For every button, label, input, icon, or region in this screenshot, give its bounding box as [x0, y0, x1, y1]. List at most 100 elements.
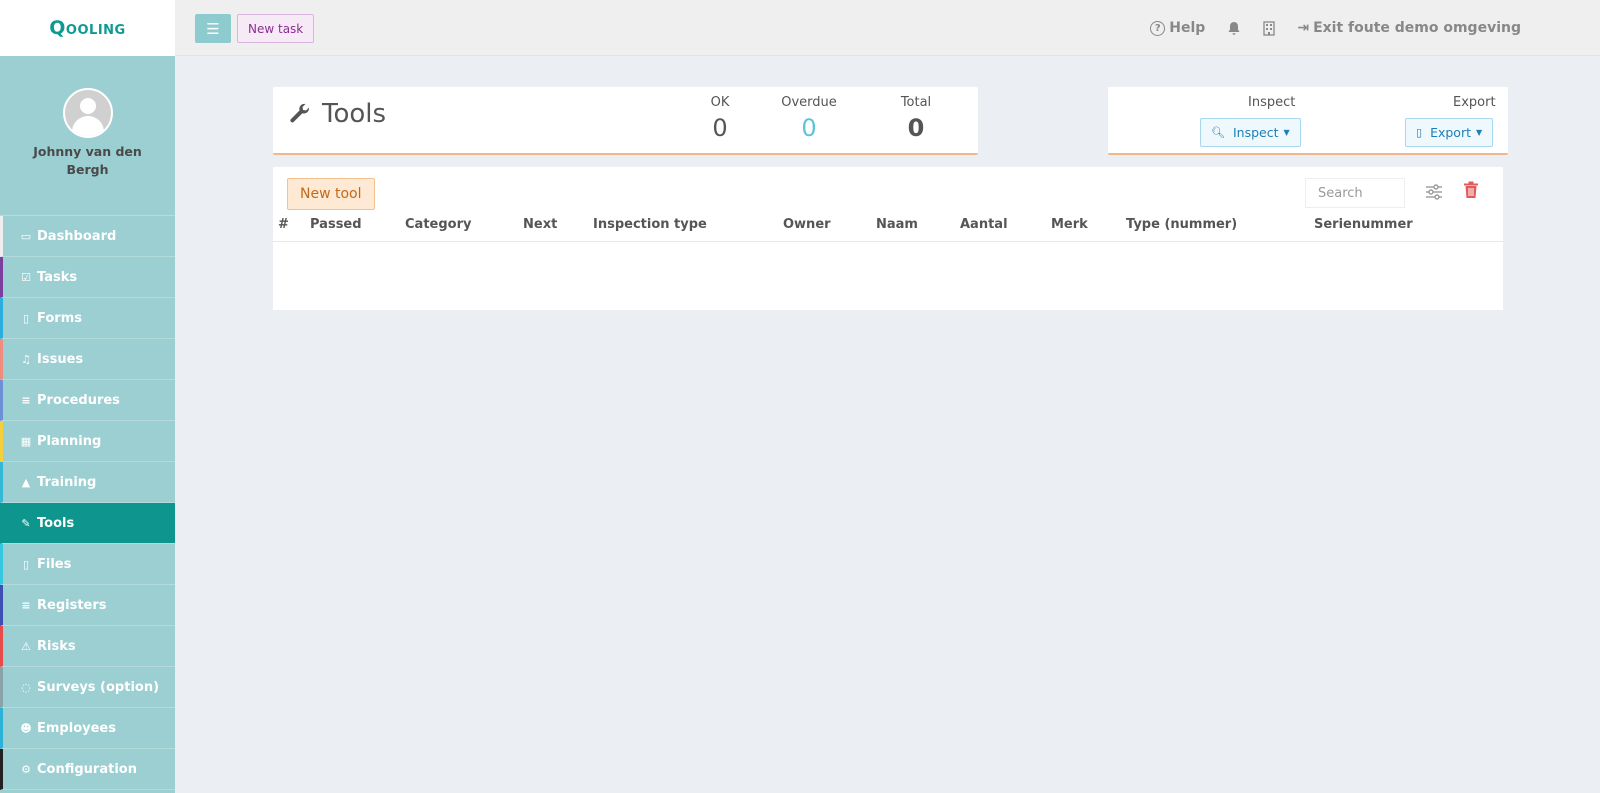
- gear-icon: ⚙: [21, 762, 31, 776]
- sidebar-item-issues[interactable]: ♫ Issues: [0, 339, 175, 380]
- sidebar-item-configuration[interactable]: ⚙ Configuration: [0, 749, 175, 790]
- file-pdf-icon: ▯: [22, 557, 30, 571]
- stat-overdue: Overdue 0: [779, 95, 839, 142]
- wrench-icon: [290, 103, 309, 123]
- sidebar-item-label: Procedures: [37, 392, 120, 408]
- check-square-icon: ☑: [21, 270, 31, 284]
- new-task-button[interactable]: New task: [237, 14, 315, 43]
- column-header[interactable]: Next: [523, 217, 557, 232]
- sidebar-item-label: Tools: [37, 515, 75, 531]
- sidebar-item-label: Risks: [37, 638, 76, 654]
- top-bar: ☰ New task ? Help ⇥ Exit foute demo omge…: [175, 0, 1600, 56]
- calendar-icon: ▦: [20, 434, 32, 448]
- monitor-icon: ▭: [20, 229, 32, 243]
- sidebar-item-label: Files: [37, 556, 72, 572]
- sidebar-item-label: Configuration: [37, 761, 137, 777]
- column-header[interactable]: Passed: [310, 217, 362, 232]
- column-header[interactable]: Serienummer: [1314, 217, 1413, 232]
- file-icon: ▯: [1416, 126, 1423, 139]
- organization-button[interactable]: [1263, 20, 1275, 36]
- logo-text: Qooling: [49, 17, 126, 39]
- stat-total-value: 0: [907, 114, 925, 142]
- stat-ok-value: 0: [712, 114, 728, 142]
- stat-total-label: Total: [900, 95, 932, 110]
- caret-down-icon: ▼: [1475, 128, 1483, 137]
- bell-icon: ♫: [21, 352, 31, 366]
- sidebar-item-tools[interactable]: ✎ Tools: [0, 503, 175, 544]
- page-title: Tools: [288, 99, 386, 129]
- sidebar-item-tasks[interactable]: ☑ Tasks: [0, 257, 175, 298]
- sidebar-item-files[interactable]: ▯ Files: [0, 544, 175, 585]
- sidebar-item-label: Surveys (option): [37, 679, 160, 695]
- column-header[interactable]: Inspection type: [593, 217, 707, 232]
- table-header: # Passed Category Next Inspection type Owner N…: [273, 214, 1503, 242]
- help-link[interactable]: ? Help: [1150, 20, 1205, 36]
- sign-out-icon: ⇥: [1297, 20, 1310, 36]
- building-icon: [1263, 20, 1275, 36]
- stat-overdue-label: Overdue: [781, 95, 837, 110]
- sidebar-item-label: Issues: [37, 351, 84, 367]
- sidebar-item-procedures[interactable]: ≡ Procedures: [0, 380, 175, 421]
- new-tool-button[interactable]: New tool: [287, 178, 375, 210]
- export-dropdown-button[interactable]: ▯ Export ▼: [1405, 118, 1494, 147]
- tools-summary-card: Tools OK 0 Overdue 0 Total 0: [273, 87, 978, 155]
- sidebar-item-label: Training: [37, 474, 97, 490]
- inspect-button-label: Inspect: [1232, 125, 1279, 140]
- sidebar-item-planning[interactable]: ▦ Planning: [0, 421, 175, 462]
- list-icon: ≡: [21, 393, 31, 407]
- sidebar-item-label: Tasks: [37, 269, 78, 285]
- export-label: Export: [1453, 95, 1496, 110]
- page-title-text: Tools: [322, 99, 387, 129]
- sidebar-item-training[interactable]: ▲ Training: [0, 462, 175, 503]
- menu-toggle-button[interactable]: ☰: [195, 14, 231, 43]
- avatar[interactable]: [62, 88, 113, 138]
- column-header[interactable]: Category: [405, 217, 471, 232]
- column-header[interactable]: Type (nummer): [1126, 217, 1237, 232]
- top-right-menu: ? Help ⇥ Exit foute demo omgeving: [1128, 0, 1521, 56]
- sidebar-item-label: Planning: [37, 433, 102, 449]
- column-header[interactable]: #: [278, 217, 289, 232]
- graduation-cap-icon: ▲: [21, 475, 31, 489]
- sidebar-item-forms[interactable]: ▯ Forms: [0, 298, 175, 339]
- wrench-icon: ✎: [21, 516, 31, 530]
- inspect-label: Inspect: [1248, 95, 1296, 110]
- question-circle-icon: ?: [1150, 20, 1166, 36]
- column-header[interactable]: Aantal: [960, 217, 1008, 232]
- actions-card: Inspect 🔍︎ Inspect ▼ Export ▯ Export ▼: [1108, 87, 1508, 155]
- sliders-icon[interactable]: [1425, 183, 1443, 201]
- exit-demo-link[interactable]: ⇥ Exit foute demo omgeving: [1297, 20, 1521, 36]
- sidebar-item-registers[interactable]: ≡ Registers: [0, 585, 175, 626]
- sidebar-item-label: Employees: [37, 720, 116, 736]
- search-icon: 🔍︎: [1211, 126, 1225, 139]
- sidebar-item-risks[interactable]: ⚠ Risks: [0, 626, 175, 667]
- column-header[interactable]: Naam: [876, 217, 918, 232]
- column-header[interactable]: Merk: [1051, 217, 1088, 232]
- sidebar-item-surveys-option[interactable]: ◌ Surveys (option): [0, 667, 175, 708]
- hamburger-icon: ☰: [206, 19, 220, 38]
- file-icon: ▯: [22, 311, 30, 325]
- stat-total: Total 0: [896, 95, 936, 142]
- stat-ok: OK 0: [705, 95, 735, 142]
- comment-icon: ◌: [21, 680, 31, 694]
- bars-icon: ≡: [21, 598, 31, 612]
- user-profile: Johnny van den Bergh: [0, 56, 175, 215]
- stat-ok-label: OK: [710, 95, 730, 110]
- sidebar-item-label: Forms: [37, 310, 82, 326]
- inspect-dropdown-button[interactable]: 🔍︎ Inspect ▼: [1200, 118, 1301, 147]
- users-icon: ☻: [20, 721, 32, 735]
- caret-down-icon: ▼: [1283, 128, 1290, 137]
- sidebar-item-employees[interactable]: ☻ Employees: [0, 708, 175, 749]
- sidebar-item-label: Dashboard: [37, 228, 117, 244]
- help-label: Help: [1169, 20, 1206, 36]
- trash-icon[interactable]: [1463, 181, 1479, 199]
- column-header[interactable]: Owner: [783, 217, 831, 232]
- bell-icon: [1228, 21, 1240, 35]
- notifications-button[interactable]: [1227, 21, 1241, 36]
- search-input[interactable]: [1305, 178, 1405, 208]
- sidebar: Qooling Johnny van den Bergh ▭ Dashboard ☑…: [0, 0, 175, 793]
- tools-table-panel: New tool # Passed Category Next Inspection t…: [273, 167, 1503, 310]
- logo[interactable]: Qooling: [0, 0, 175, 56]
- stat-overdue-value[interactable]: 0: [779, 114, 839, 142]
- sidebar-item-label: Registers: [37, 597, 107, 613]
- sidebar-item-dashboard[interactable]: ▭ Dashboard: [0, 216, 175, 257]
